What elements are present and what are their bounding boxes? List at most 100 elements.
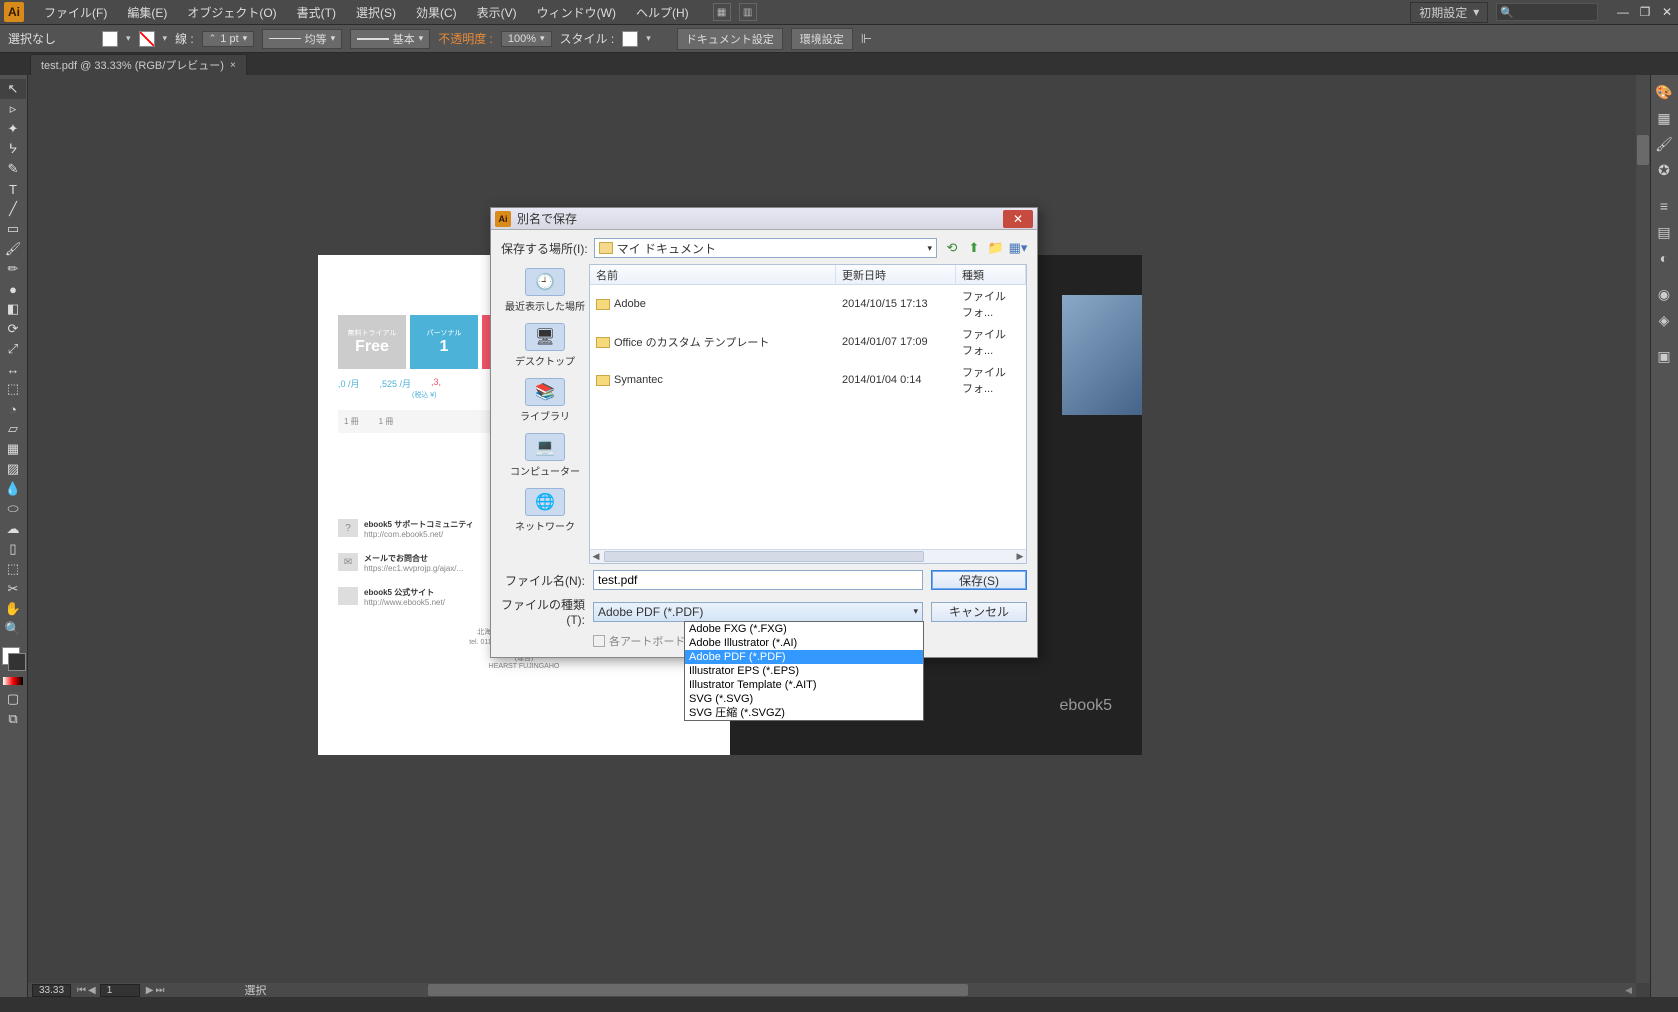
first-icon[interactable]: ⏮ <box>77 985 86 996</box>
table-row[interactable]: Office のカスタム テンプレート 2014/01/07 17:09 ファイ… <box>590 323 1026 361</box>
last-icon[interactable]: ⏭ <box>155 985 164 996</box>
location-combo[interactable]: マイ ドキュメント ▾ <box>594 238 937 258</box>
line-tool[interactable]: ╱ <box>0 199 26 219</box>
filetype-dropdown[interactable]: Adobe FXG (*.FXG) Adobe Illustrator (*.A… <box>684 621 924 721</box>
dialog-titlebar[interactable]: Ai 別名で保存 ✕ <box>491 208 1037 230</box>
stroke-dash[interactable]: 均等▾ <box>262 29 342 49</box>
file-list-header[interactable]: 名前 更新日時 種類 <box>590 265 1026 285</box>
cancel-button[interactable]: キャンセル <box>931 602 1027 622</box>
screen-mode[interactable]: ▢ <box>0 689 26 709</box>
stroke-profile[interactable]: 基本▾ <box>350 29 430 49</box>
transparency-panel-icon[interactable]: ◐ <box>1651 245 1677 271</box>
swatches-panel-icon[interactable]: ▦ <box>1651 105 1677 131</box>
gradient-tool[interactable]: ▨ <box>0 459 26 479</box>
scroll-right-icon[interactable]: ▶ <box>1014 550 1026 563</box>
layers-panel-icon[interactable]: ▣ <box>1651 343 1677 369</box>
nav-back-icon[interactable]: ⟲ <box>943 239 961 257</box>
brush-tool[interactable]: 🖌 <box>0 239 26 259</box>
menu-edit[interactable]: 編集(E) <box>117 4 177 21</box>
doc-setup-button[interactable]: ドキュメント設定 <box>677 28 783 50</box>
slice-tool[interactable]: ✂ <box>0 579 26 599</box>
dialog-close-button[interactable]: ✕ <box>1003 210 1033 228</box>
horizontal-scrollbar-thumb[interactable] <box>428 984 968 996</box>
stroke-weight[interactable]: ⌃1 pt▾ <box>202 31 254 47</box>
tab-close-icon[interactable]: × <box>230 60 236 71</box>
selection-tool[interactable]: ↖ <box>0 79 26 99</box>
filetype-option[interactable]: Adobe Illustrator (*.AI) <box>685 636 923 650</box>
perspective-tool[interactable]: ▱ <box>0 419 26 439</box>
blob-brush-tool[interactable]: ● <box>0 279 26 299</box>
view-menu-icon[interactable]: ▦▾ <box>1009 239 1027 257</box>
shape-builder-tool[interactable]: ◔ <box>0 399 26 419</box>
new-folder-icon[interactable]: 📁 <box>987 239 1005 257</box>
menu-file[interactable]: ファイル(F) <box>34 4 117 21</box>
pencil-tool[interactable]: ✏ <box>0 259 26 279</box>
filename-input[interactable] <box>593 570 923 590</box>
artboard-checkbox[interactable] <box>593 635 605 647</box>
eraser-tool[interactable]: ◧ <box>0 299 26 319</box>
col-date[interactable]: 更新日時 <box>836 265 956 284</box>
prev-icon[interactable]: ◀ <box>88 985 96 996</box>
rotate-tool[interactable]: ⟳ <box>0 319 26 339</box>
menu-effect[interactable]: 効果(C) <box>406 4 467 21</box>
stroke-swatch[interactable] <box>139 31 155 47</box>
mesh-tool[interactable]: ▦ <box>0 439 26 459</box>
menu-view[interactable]: 表示(V) <box>467 4 527 21</box>
brushes-panel-icon[interactable]: 🖌 <box>1651 131 1677 157</box>
vertical-scrollbar[interactable] <box>1636 75 1650 983</box>
style-swatch[interactable] <box>622 31 638 47</box>
symbol-tool[interactable]: ☁ <box>0 519 26 539</box>
zoom-field[interactable]: 33.33 <box>32 984 71 997</box>
filetype-option[interactable]: SVG 圧縮 (*.SVGZ) <box>685 706 923 720</box>
scroll-left-icon[interactable]: ◀ <box>590 550 602 563</box>
file-list[interactable]: 名前 更新日時 種類 Adobe 2014/10/15 17:13 ファイル フ… <box>589 264 1027 564</box>
col-type[interactable]: 種類 <box>956 265 1026 284</box>
page-field[interactable]: 1 <box>100 984 140 997</box>
gradient-panel-icon[interactable]: ▤ <box>1651 219 1677 245</box>
filetype-option[interactable]: Illustrator EPS (*.EPS) <box>685 664 923 678</box>
hand-tool[interactable]: ✋ <box>0 599 26 619</box>
blend-tool[interactable]: ⬭ <box>0 499 26 519</box>
table-row[interactable]: Symantec 2014/01/04 0:14 ファイル フォ... <box>590 361 1026 399</box>
place-recent[interactable]: 🕘最近表示した場所 <box>501 264 589 317</box>
next-icon[interactable]: ▶ <box>146 985 154 996</box>
pen-tool[interactable]: ✎ <box>0 159 26 179</box>
color-mode[interactable] <box>0 673 26 689</box>
minimize-icon[interactable]: — <box>1616 6 1630 18</box>
filetype-option-selected[interactable]: Adobe PDF (*.PDF) <box>685 650 923 664</box>
nav-up-icon[interactable]: ⬆ <box>965 239 983 257</box>
filetype-option[interactable]: SVG (*.SVG) <box>685 692 923 706</box>
width-tool[interactable]: ↔ <box>0 359 26 379</box>
filetype-option[interactable]: Adobe FXG (*.FXG) <box>685 622 923 636</box>
chevron-down-icon[interactable]: ▾ <box>126 33 131 44</box>
place-libraries[interactable]: 📚ライブラリ <box>501 374 589 427</box>
lasso-tool[interactable]: ᔭ <box>0 139 26 159</box>
menu-select[interactable]: 選択(S) <box>346 4 406 21</box>
eyedropper-tool[interactable]: 💧 <box>0 479 26 499</box>
menu-help[interactable]: ヘルプ(H) <box>626 4 699 21</box>
artboard-tool[interactable]: ⬚ <box>0 559 26 579</box>
magic-wand-tool[interactable]: ✦ <box>0 119 26 139</box>
graph-tool[interactable]: ▯ <box>0 539 26 559</box>
align-icon[interactable]: ⊩ <box>861 31 872 47</box>
filetype-option[interactable]: Illustrator Template (*.AIT) <box>685 678 923 692</box>
graphic-styles-panel-icon[interactable]: ◈ <box>1651 307 1677 333</box>
menu-object[interactable]: オブジェクト(O) <box>177 4 286 21</box>
color-panel-icon[interactable]: 🎨 <box>1651 79 1677 105</box>
table-row[interactable]: Adobe 2014/10/15 17:13 ファイル フォ... <box>590 285 1026 323</box>
layout-icon-2[interactable]: ▥ <box>739 3 757 21</box>
file-list-h-scrollbar[interactable]: ◀ ▶ <box>590 549 1026 563</box>
menu-type[interactable]: 書式(T) <box>287 4 346 21</box>
fill-swatch[interactable] <box>102 31 118 47</box>
col-name[interactable]: 名前 <box>590 265 836 284</box>
close-icon[interactable]: ✕ <box>1660 6 1674 18</box>
stroke-panel-icon[interactable]: ≡ <box>1651 193 1677 219</box>
env-setup-button[interactable]: 環境設定 <box>791 28 853 50</box>
appearance-panel-icon[interactable]: ◉ <box>1651 281 1677 307</box>
menu-window[interactable]: ウィンドウ(W) <box>527 4 626 21</box>
zoom-tool[interactable]: 🔍 <box>0 619 26 639</box>
search-input[interactable] <box>1514 3 1594 21</box>
place-desktop[interactable]: 🖥デスクトップ <box>501 319 589 372</box>
scrollbar-left-arrow[interactable]: ◀ <box>1621 985 1636 996</box>
view-mode[interactable]: ⧉ <box>0 709 26 729</box>
